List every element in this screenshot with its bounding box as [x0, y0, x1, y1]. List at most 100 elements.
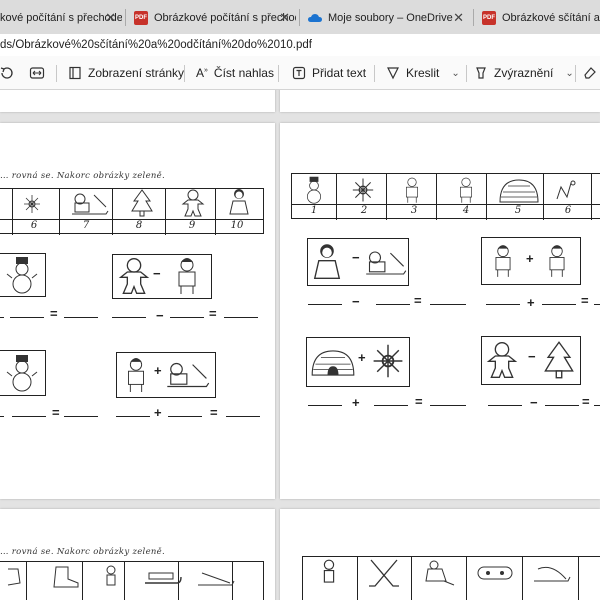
- answer-blank[interactable]: [545, 405, 579, 407]
- highlight-icon: [476, 67, 486, 79]
- table-number: 6: [30, 220, 38, 231]
- christmas-tree-icon: [131, 189, 153, 217]
- answer-blank[interactable]: [374, 405, 408, 407]
- pdf-page-right: 1 2 3 4 5 6 − + − = + = + − + = − =: [280, 123, 600, 499]
- pdf-icon: PDF: [482, 10, 496, 25]
- plus-sign: +: [352, 395, 360, 410]
- tab-divider: [125, 9, 126, 26]
- child-winter-icon: [460, 177, 472, 203]
- plus-sign: +: [526, 251, 534, 266]
- answer-blank[interactable]: [64, 416, 98, 418]
- answer-blank[interactable]: [170, 317, 204, 319]
- bobsled-icon: [534, 566, 571, 582]
- chevron-down-icon[interactable]: ⌄: [565, 68, 573, 79]
- answer-blank[interactable]: [486, 304, 520, 306]
- snowflake-icon: [352, 178, 374, 202]
- answer-blank[interactable]: [430, 405, 466, 407]
- answer-blank[interactable]: [0, 317, 4, 319]
- chevron-down-icon[interactable]: ⌄: [451, 68, 459, 79]
- answer-blank[interactable]: [10, 317, 44, 319]
- child-winter-icon: [549, 245, 565, 277]
- answer-blank[interactable]: [376, 304, 410, 306]
- answer-blank[interactable]: [226, 416, 260, 418]
- answer-blank[interactable]: [168, 416, 202, 418]
- child-winter-icon: [128, 358, 144, 392]
- equals-sign: =: [581, 293, 589, 308]
- tab-3[interactable]: Moje soubory – OneDrive ✕: [302, 5, 470, 30]
- answer-blank[interactable]: [12, 416, 46, 418]
- gingerbread-man-icon: [118, 258, 150, 294]
- table-number: 3: [410, 205, 418, 216]
- page-view-button[interactable]: Zobrazení stránky: [68, 56, 184, 90]
- plus-sign: +: [154, 363, 162, 378]
- equals-sign: =: [209, 306, 217, 321]
- answer-blank[interactable]: [308, 405, 342, 407]
- bobsled-icon: [198, 572, 235, 586]
- toolbar-divider: [56, 65, 57, 82]
- draw-button[interactable]: Kreslit ⌄: [386, 56, 460, 90]
- read-aloud-button[interactable]: A» Číst nahlas: [196, 56, 274, 90]
- answer-blank[interactable]: [542, 304, 576, 306]
- answer-blank[interactable]: [64, 317, 98, 319]
- add-text-button[interactable]: Přidat text: [292, 56, 366, 90]
- close-icon[interactable]: ✕: [105, 10, 116, 26]
- table-divider: [292, 204, 600, 205]
- tab-1[interactable]: kové počítání s přechodem ✕: [0, 5, 122, 30]
- minus-sign: −: [153, 266, 161, 281]
- igloo-icon: [311, 350, 355, 376]
- skier-icon: [106, 565, 116, 586]
- minus-sign: −: [528, 349, 536, 364]
- child-winter-icon: [406, 177, 418, 203]
- table-number: 7: [82, 220, 90, 231]
- minus-sign: −: [352, 294, 360, 309]
- close-icon[interactable]: ✕: [453, 10, 464, 26]
- tab-4-label: Obrázkové sčítání a odčít: [502, 11, 600, 24]
- answer-blank[interactable]: [0, 416, 4, 418]
- pdf-document-area[interactable]: … rovná se. Nakorc obrázky zeleně. 6 7 8…: [0, 90, 600, 600]
- tab-1-label: kové počítání s přechodem: [0, 11, 122, 24]
- erase-button[interactable]: [583, 56, 597, 90]
- draw-label: Kreslit: [406, 66, 440, 80]
- ice-skate-icon: [53, 566, 79, 588]
- answer-blank[interactable]: [224, 317, 258, 319]
- pdf-page: [0, 90, 275, 112]
- snowman-icon: [6, 355, 38, 392]
- fit-width-icon: [29, 67, 45, 79]
- tab-strip: kové počítání s přechodem ✕ PDF Obrázkov…: [0, 0, 600, 34]
- snowflake-icon: [24, 195, 40, 213]
- equals-sign: =: [414, 293, 422, 308]
- fit-width-button[interactable]: [29, 56, 45, 90]
- equals-sign: =: [582, 394, 590, 409]
- tab-2[interactable]: PDF Obrázkové počítání s přechodem ✕: [128, 5, 296, 30]
- instruction-text: … rovná se. Nakorc obrázky zeleně.: [0, 171, 166, 181]
- tab-divider: [299, 9, 300, 26]
- tab-4-active[interactable]: PDF Obrázkové sčítání a odčít: [476, 5, 600, 30]
- add-text-icon: [292, 66, 306, 80]
- rotate-button[interactable]: [0, 56, 14, 90]
- read-aloud-icon: A»: [196, 66, 208, 80]
- answer-blank[interactable]: [116, 416, 150, 418]
- gingerbread-man-icon: [181, 189, 205, 217]
- sledding-child-icon: [167, 362, 210, 388]
- highlight-button[interactable]: Zvýraznění ⌄: [474, 56, 574, 90]
- pdf-icon: PDF: [134, 10, 148, 25]
- answer-blank[interactable]: [594, 405, 600, 407]
- snowman-icon: [307, 176, 321, 204]
- pdf-toolbar: Zobrazení stránky A» Číst nahlas Přidat …: [0, 56, 600, 90]
- equals-sign: =: [210, 405, 218, 420]
- answer-blank[interactable]: [308, 304, 342, 306]
- answer-blank[interactable]: [594, 304, 600, 306]
- close-icon[interactable]: ✕: [279, 10, 290, 26]
- plus-sign: +: [358, 350, 366, 365]
- page-view-label: Zobrazení stránky: [88, 66, 185, 80]
- answer-blank[interactable]: [430, 304, 466, 306]
- answer-blank[interactable]: [112, 317, 146, 319]
- onedrive-icon: [308, 11, 322, 25]
- equals-sign: =: [50, 306, 58, 321]
- address-bar[interactable]: ds/Obrázkové%20sčítání%20a%20odčítání%20…: [0, 34, 600, 56]
- toolbar-divider: [184, 65, 185, 82]
- toolbar-divider: [374, 65, 375, 82]
- hockey-player-icon: [425, 560, 455, 586]
- answer-blank[interactable]: [488, 405, 522, 407]
- child-winter-icon: [495, 245, 511, 277]
